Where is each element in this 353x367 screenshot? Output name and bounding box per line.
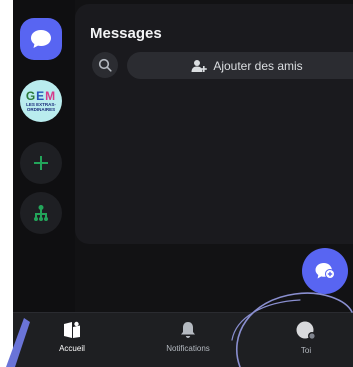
app-window: GEM LES EXTRAS-ORDINAIRES Messages Ajout…	[13, 0, 353, 367]
nav-label-home: Accueil	[59, 344, 85, 353]
hierarchy-icon	[34, 205, 48, 221]
search-button[interactable]	[92, 52, 118, 78]
nav-item-profile[interactable]: Toi	[266, 321, 346, 355]
messages-panel: Messages Ajouter des amis	[75, 4, 353, 244]
server-gem-subtitle: LES EXTRAS-ORDINAIRES	[26, 102, 56, 112]
nav-label-profile: Toi	[300, 346, 312, 355]
nav-item-notifications[interactable]: Notifications	[148, 321, 228, 353]
direct-messages-button[interactable]	[20, 18, 62, 60]
add-user-icon	[191, 59, 208, 72]
add-server-button[interactable]	[20, 142, 62, 184]
bottom-nav: Accueil Notifications Toi	[13, 312, 353, 367]
nav-label-notifications: Notifications	[166, 344, 210, 353]
discover-hub-button[interactable]	[20, 192, 62, 234]
server-gem[interactable]: GEM LES EXTRAS-ORDINAIRES	[20, 80, 62, 122]
page-title: Messages	[90, 25, 162, 42]
chat-bubble-icon	[31, 30, 51, 48]
add-friends-label: Ajouter des amis	[213, 58, 303, 73]
add-friends-button[interactable]: Ajouter des amis	[127, 52, 353, 79]
server-gem-logo: GEM	[25, 89, 57, 103]
nav-item-home[interactable]: Accueil	[32, 321, 112, 353]
new-message-button[interactable]	[302, 248, 348, 294]
bell-icon	[181, 322, 195, 338]
server-rail: GEM LES EXTRAS-ORDINAIRES	[13, 0, 75, 312]
search-icon	[98, 58, 112, 72]
home-server-icon	[64, 321, 80, 338]
new-message-icon	[315, 263, 334, 279]
avatar-icon	[296, 321, 316, 340]
plus-icon	[34, 156, 48, 170]
